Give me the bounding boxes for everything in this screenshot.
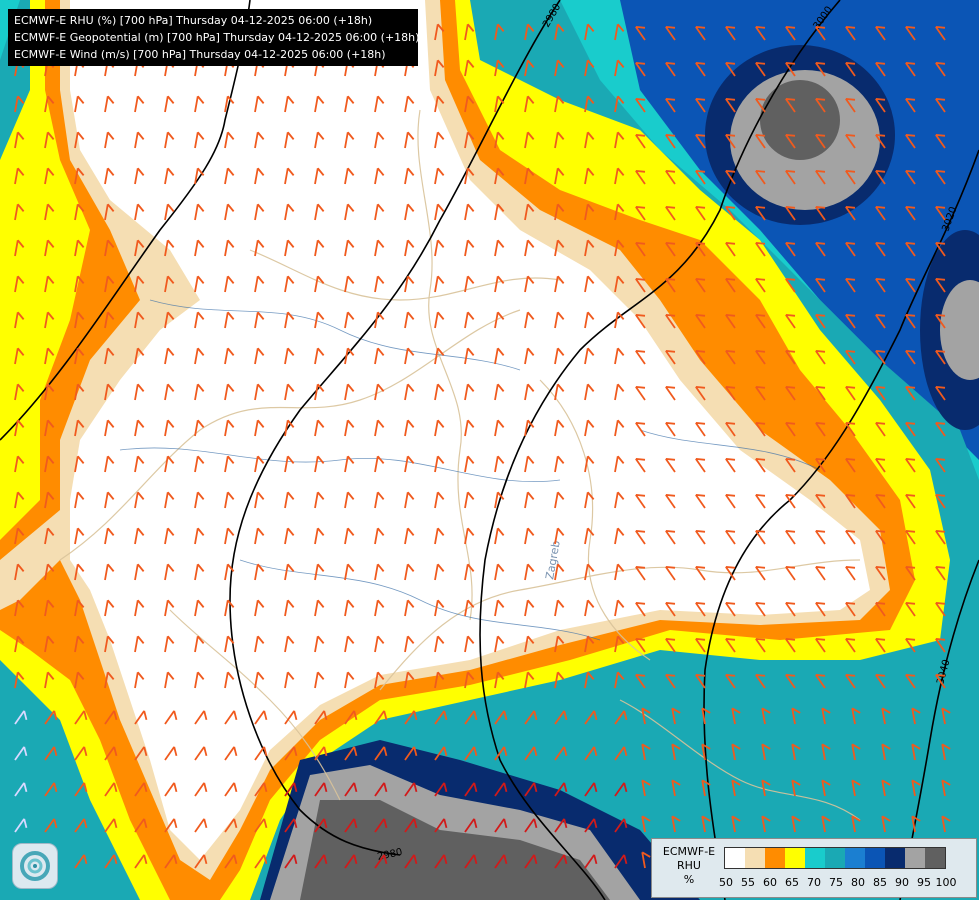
- legend-swatch: [865, 848, 885, 868]
- legend-tick-label: 50: [719, 876, 733, 889]
- legend-tick-label: 75: [829, 876, 843, 889]
- legend-swatch: [845, 848, 865, 868]
- legend-title-line1: ECMWF-E: [662, 845, 716, 858]
- title-line-wind: ECMWF-E Wind (m/s) [700 hPa] Thursday 04…: [14, 48, 386, 61]
- legend-swatch: [745, 848, 765, 868]
- legend-tick-label: 95: [917, 876, 931, 889]
- legend-unit: %: [683, 873, 695, 886]
- legend-swatch: [785, 848, 805, 868]
- legend-tick-label: 100: [935, 876, 957, 889]
- swirl-logo-icon: [12, 843, 58, 889]
- legend-swatch: [765, 848, 785, 868]
- legend-swatch: [725, 848, 745, 868]
- map-title-box: ECMWF-E RHU (%) [700 hPa] Thursday 04-12…: [8, 9, 420, 66]
- legend-tick-labels: 50 55 60 65 70 75 80 85 90 95 100: [719, 876, 979, 890]
- legend-title: ECMWF-E RHU %: [656, 845, 722, 887]
- legend-swatch: [925, 848, 945, 868]
- legend-tick-label: 65: [785, 876, 799, 889]
- legend-swatch: [805, 848, 825, 868]
- legend-tick-label: 80: [851, 876, 865, 889]
- rhu-legend: ECMWF-E RHU % 50 55 60 65 70 75 80 85 90 95 100: [651, 838, 977, 898]
- title-line-geopotential: ECMWF-E Geopotential (m) [700 hPa] Thurs…: [14, 31, 420, 44]
- weather-map: 2980 3000 3020 3040 2980 Zagreb: [0, 0, 979, 900]
- legend-color-scale: [724, 847, 946, 869]
- legend-tick-label: 55: [741, 876, 755, 889]
- legend-tick-label: 60: [763, 876, 777, 889]
- rhu-core-ne-dark: [760, 80, 840, 160]
- legend-title-line2: RHU: [677, 859, 701, 872]
- legend-swatch: [825, 848, 845, 868]
- legend-tick-label: 85: [873, 876, 887, 889]
- title-line-rhu: ECMWF-E RHU (%) [700 hPa] Thursday 04-12…: [14, 14, 373, 27]
- legend-tick-label: 70: [807, 876, 821, 889]
- legend-swatch: [905, 848, 925, 868]
- legend-tick-label: 90: [895, 876, 909, 889]
- legend-swatch: [885, 848, 905, 868]
